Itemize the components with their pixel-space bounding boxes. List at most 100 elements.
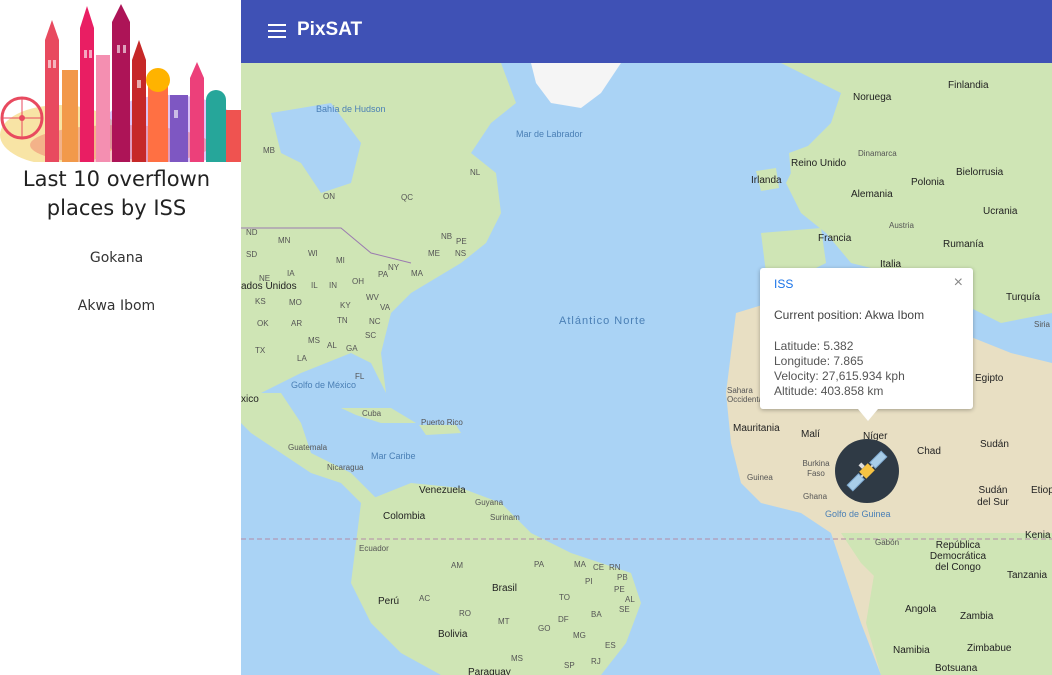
map-label: IN: [329, 281, 337, 290]
map-label: Angola: [905, 604, 937, 615]
popup-position: Current position: Akwa Ibom: [774, 308, 925, 322]
map-label: Guatemala: [288, 443, 328, 452]
map-label: AL: [625, 595, 635, 604]
map-label: Gabón: [875, 538, 900, 547]
close-icon[interactable]: ×: [954, 274, 963, 292]
map-label: AL: [327, 341, 337, 350]
map-label: Guyana: [475, 498, 504, 507]
map-label: PB: [617, 573, 628, 582]
map-label: ON: [323, 192, 335, 201]
map-label: MA: [411, 269, 423, 278]
iss-marker[interactable]: [835, 439, 899, 503]
map-label: Tanzania: [1007, 570, 1048, 581]
iss-info-popup: ISS × Current position: Akwa Ibom Latitu…: [760, 268, 973, 421]
map-label: Siria: [1034, 320, 1051, 329]
map-label: Mauritania: [733, 423, 780, 434]
map-label: VA: [380, 303, 391, 312]
place-list-item[interactable]: Akwa Ibom: [0, 298, 233, 314]
popup-latitude: Latitude: 5.382: [774, 339, 854, 353]
map-label: República Democrática del Congo: [929, 540, 987, 573]
satellite-icon: [846, 450, 888, 492]
map-label: Irlanda: [751, 175, 782, 186]
map-label: Mar de Labrador: [516, 129, 583, 139]
sidebar: Last 10 overflown places by ISS Gokana A…: [0, 0, 241, 675]
map-label: Cuba: [362, 409, 382, 418]
map-label: GA: [346, 344, 358, 353]
map-label: Ucrania: [983, 206, 1018, 217]
map-label: MA: [574, 560, 586, 569]
map-label: Egipto: [975, 373, 1004, 384]
popup-altitude: Altitude: 403.858 km: [774, 384, 884, 398]
map-label: DF: [558, 615, 569, 624]
world-map[interactable]: Bahía de Hudson Mar de Labrador Atlántic…: [241, 63, 1052, 675]
map-label: OH: [352, 277, 364, 286]
map-label: Botsuana: [935, 663, 978, 674]
map-label: Zimbabue: [967, 643, 1012, 654]
map-label: Venezuela: [419, 485, 466, 496]
map-label: Burkina Faso: [802, 459, 830, 478]
map-label: QC: [401, 193, 413, 202]
map-label: TO: [559, 593, 570, 602]
map-label: PE: [614, 585, 625, 594]
map-label: Colombia: [383, 511, 426, 522]
map-label: OK: [257, 319, 269, 328]
map-label: Noruega: [853, 92, 892, 103]
map-label: BA: [591, 610, 602, 619]
hamburger-menu-icon[interactable]: [266, 22, 288, 40]
map-label: SE: [619, 605, 630, 614]
map-label: MN: [278, 236, 291, 245]
map-label: Reino Unido: [791, 158, 847, 169]
map-label: MO: [289, 298, 302, 307]
map-label: Surinam: [490, 513, 520, 522]
map-label: Sudán: [980, 439, 1009, 450]
map-label: Golfo de México: [291, 380, 357, 390]
map-label: Golfo de Guinea: [825, 509, 891, 519]
popup-title[interactable]: ISS: [774, 277, 793, 291]
map-label: MS: [308, 336, 320, 345]
map-label: Dinamarca: [858, 149, 897, 158]
map-label: Turquía: [1006, 292, 1041, 303]
map-label: AR: [291, 319, 303, 328]
map-label: NE: [259, 274, 271, 283]
map-label: PA: [534, 560, 545, 569]
map-label: KY: [340, 301, 351, 310]
map-label: ES: [605, 641, 616, 650]
map-label: KS: [255, 297, 266, 306]
map-label: Polonia: [911, 177, 945, 188]
map-label: Bielorrusia: [956, 167, 1004, 178]
map-label: MB: [263, 146, 275, 155]
map-label: Perú: [378, 596, 400, 607]
map-label: Rumanía: [943, 239, 984, 250]
map-label: Sudán del Sur: [977, 485, 1009, 508]
map-label: MT: [498, 617, 510, 626]
map-label: Chad: [917, 446, 941, 457]
city-skyline-banner: [0, 0, 241, 162]
map-label: MI: [336, 256, 345, 265]
map-label: WV: [366, 293, 379, 302]
map-label: LA: [297, 354, 307, 363]
app-title: PixSAT: [297, 19, 363, 40]
map-label: Malí: [801, 429, 820, 440]
map-label: RJ: [591, 657, 601, 666]
map-label: RO: [459, 609, 471, 618]
sidebar-title: Last 10 overflown places by ISS: [22, 167, 211, 220]
map-label: CE: [593, 563, 605, 572]
popup-velocity: Velocity: 27,615.934 kph: [774, 369, 905, 383]
map-label: Namibia: [893, 645, 930, 656]
map-label: WI: [308, 249, 318, 258]
map-label: Bahía de Hudson: [316, 104, 386, 114]
map-label: AM: [451, 561, 463, 570]
map-label: Alemania: [851, 189, 893, 200]
map-label: GO: [538, 624, 551, 633]
map-label: RN: [609, 563, 621, 572]
map-label: TN: [337, 316, 348, 325]
map-label: Francia: [818, 233, 852, 244]
popup-longitude: Longitude: 7.865: [774, 354, 864, 368]
map-label: Paraguay: [468, 667, 511, 675]
map-label: ND: [246, 228, 258, 237]
map-label: Guinea: [747, 473, 773, 482]
map-label: NC: [369, 317, 381, 326]
map-label: xico: [241, 394, 259, 405]
place-list-item[interactable]: Gokana: [0, 250, 233, 266]
map-label: Kenia: [1025, 530, 1051, 541]
